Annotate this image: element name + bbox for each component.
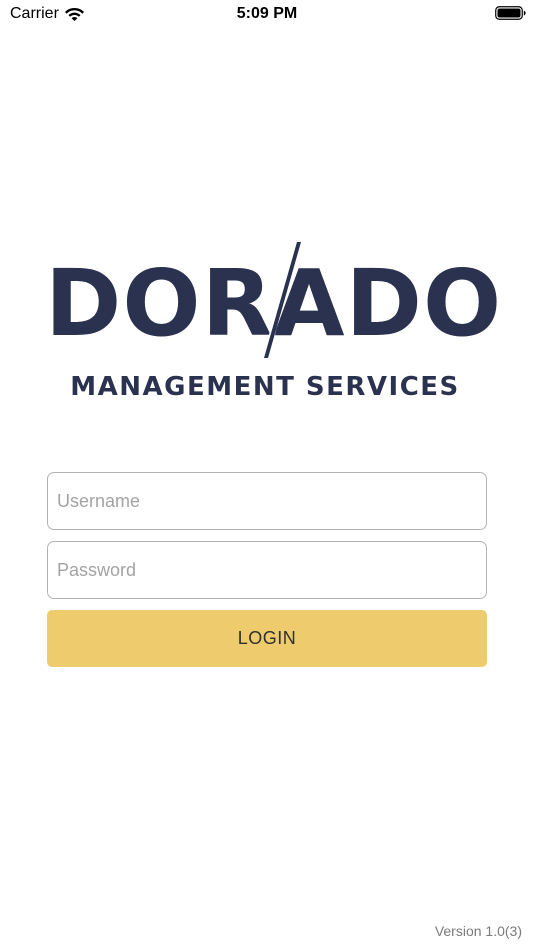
login-form: LOGIN <box>47 472 487 667</box>
username-input[interactable] <box>47 472 487 530</box>
battery-icon <box>495 6 526 20</box>
logo-slash-mark <box>263 240 301 362</box>
password-input[interactable] <box>47 541 487 599</box>
login-button[interactable]: LOGIN <box>47 610 487 667</box>
status-bar: Carrier 5:09 PM <box>0 0 534 30</box>
logo-subtitle: MANAGEMENT SERVICES <box>70 372 460 402</box>
logo-wordmark-row: DORADO <box>45 240 501 365</box>
dorado-logo: DORADO MANAGEMENT SERVICES <box>45 240 501 410</box>
clock: 5:09 PM <box>236 5 298 22</box>
version-label: Version 1.0(3) <box>434 923 522 939</box>
